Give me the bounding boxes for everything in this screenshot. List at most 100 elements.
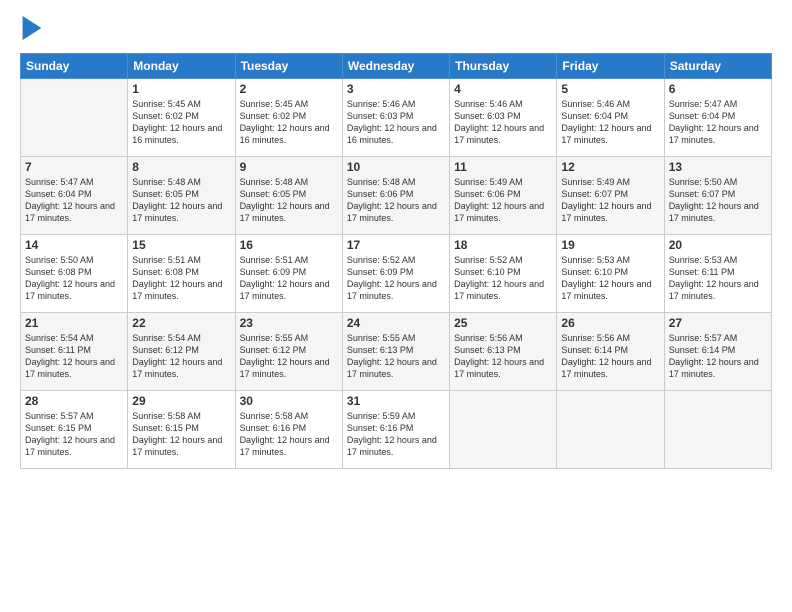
calendar-cell (557, 391, 664, 469)
page: SundayMondayTuesdayWednesdayThursdayFrid… (0, 0, 792, 612)
day-number: 15 (132, 238, 230, 252)
day-number: 22 (132, 316, 230, 330)
day-info: Sunrise: 5:58 AMSunset: 6:16 PMDaylight:… (240, 410, 338, 459)
day-number: 12 (561, 160, 659, 174)
day-number: 31 (347, 394, 445, 408)
day-info: Sunrise: 5:54 AMSunset: 6:11 PMDaylight:… (25, 332, 123, 381)
calendar-cell: 14 Sunrise: 5:50 AMSunset: 6:08 PMDayligh… (21, 235, 128, 313)
calendar-cell (450, 391, 557, 469)
day-info: Sunrise: 5:58 AMSunset: 6:15 PMDaylight:… (132, 410, 230, 459)
calendar-cell (664, 391, 771, 469)
calendar-body: 1 Sunrise: 5:45 AMSunset: 6:02 PMDaylight… (21, 79, 772, 469)
day-info: Sunrise: 5:47 AMSunset: 6:04 PMDaylight:… (669, 98, 767, 147)
day-info: Sunrise: 5:45 AMSunset: 6:02 PMDaylight:… (240, 98, 338, 147)
week-row-3: 14 Sunrise: 5:50 AMSunset: 6:08 PMDayligh… (21, 235, 772, 313)
day-number: 10 (347, 160, 445, 174)
day-number: 17 (347, 238, 445, 252)
day-info: Sunrise: 5:48 AMSunset: 6:05 PMDaylight:… (240, 176, 338, 225)
day-number: 2 (240, 82, 338, 96)
day-number: 30 (240, 394, 338, 408)
calendar-cell: 19Sunrise: 5:53 AMSunset: 6:10 PMDayligh… (557, 235, 664, 313)
day-number: 19 (561, 238, 659, 252)
day-number: 5 (561, 82, 659, 96)
calendar-cell: 30 Sunrise: 5:58 AMSunset: 6:16 PMDayligh… (235, 391, 342, 469)
day-number: 8 (132, 160, 230, 174)
week-row-2: 7Sunrise: 5:47 AMSunset: 6:04 PMDaylight… (21, 157, 772, 235)
calendar-cell: 25 Sunrise: 5:56 AMSunset: 6:13 PMDayligh… (450, 313, 557, 391)
weekday-header-monday: Monday (128, 54, 235, 79)
calendar-cell: 9 Sunrise: 5:48 AMSunset: 6:05 PMDaylight… (235, 157, 342, 235)
week-row-1: 1 Sunrise: 5:45 AMSunset: 6:02 PMDaylight… (21, 79, 772, 157)
calendar-cell: 22 Sunrise: 5:54 AMSunset: 6:12 PMDayligh… (128, 313, 235, 391)
day-number: 6 (669, 82, 767, 96)
day-info: Sunrise: 5:49 AMSunset: 6:07 PMDaylight:… (561, 176, 659, 225)
weekday-header-thursday: Thursday (450, 54, 557, 79)
day-info: Sunrise: 5:55 AMSunset: 6:13 PMDaylight:… (347, 332, 445, 381)
week-row-5: 28Sunrise: 5:57 AMSunset: 6:15 PMDayligh… (21, 391, 772, 469)
logo-icon (22, 16, 42, 40)
day-number: 4 (454, 82, 552, 96)
day-info: Sunrise: 5:48 AMSunset: 6:05 PMDaylight:… (132, 176, 230, 225)
day-info: Sunrise: 5:46 AMSunset: 6:03 PMDaylight:… (454, 98, 552, 147)
day-info: Sunrise: 5:46 AMSunset: 6:03 PMDaylight:… (347, 98, 445, 147)
calendar-cell: 5 Sunrise: 5:46 AMSunset: 6:04 PMDaylight… (557, 79, 664, 157)
day-info: Sunrise: 5:57 AMSunset: 6:14 PMDaylight:… (669, 332, 767, 381)
logo (20, 18, 42, 45)
weekday-header-wednesday: Wednesday (342, 54, 449, 79)
calendar-cell: 10 Sunrise: 5:48 AMSunset: 6:06 PMDayligh… (342, 157, 449, 235)
calendar-cell: 4 Sunrise: 5:46 AMSunset: 6:03 PMDaylight… (450, 79, 557, 157)
calendar-cell: 29 Sunrise: 5:58 AMSunset: 6:15 PMDayligh… (128, 391, 235, 469)
day-number: 18 (454, 238, 552, 252)
day-info: Sunrise: 5:56 AMSunset: 6:14 PMDaylight:… (561, 332, 659, 381)
calendar-cell: 17Sunrise: 5:52 AMSunset: 6:09 PMDayligh… (342, 235, 449, 313)
day-info: Sunrise: 5:52 AMSunset: 6:10 PMDaylight:… (454, 254, 552, 303)
day-info: Sunrise: 5:56 AMSunset: 6:13 PMDaylight:… (454, 332, 552, 381)
calendar-cell (21, 79, 128, 157)
weekday-header-row: SundayMondayTuesdayWednesdayThursdayFrid… (21, 54, 772, 79)
day-number: 11 (454, 160, 552, 174)
calendar-cell: 8 Sunrise: 5:48 AMSunset: 6:05 PMDaylight… (128, 157, 235, 235)
calendar-cell: 2 Sunrise: 5:45 AMSunset: 6:02 PMDaylight… (235, 79, 342, 157)
calendar-cell: 26 Sunrise: 5:56 AMSunset: 6:14 PMDayligh… (557, 313, 664, 391)
day-number: 26 (561, 316, 659, 330)
day-info: Sunrise: 5:51 AMSunset: 6:09 PMDaylight:… (240, 254, 338, 303)
day-number: 29 (132, 394, 230, 408)
weekday-header-tuesday: Tuesday (235, 54, 342, 79)
calendar-cell: 28Sunrise: 5:57 AMSunset: 6:15 PMDayligh… (21, 391, 128, 469)
day-number: 20 (669, 238, 767, 252)
day-number: 21 (25, 316, 123, 330)
calendar: SundayMondayTuesdayWednesdayThursdayFrid… (20, 53, 772, 469)
calendar-cell: 15 Sunrise: 5:51 AMSunset: 6:08 PMDayligh… (128, 235, 235, 313)
day-number: 14 (25, 238, 123, 252)
calendar-cell: 24Sunrise: 5:55 AMSunset: 6:13 PMDayligh… (342, 313, 449, 391)
day-info: Sunrise: 5:54 AMSunset: 6:12 PMDaylight:… (132, 332, 230, 381)
day-info: Sunrise: 5:48 AMSunset: 6:06 PMDaylight:… (347, 176, 445, 225)
day-number: 25 (454, 316, 552, 330)
day-info: Sunrise: 5:49 AMSunset: 6:06 PMDaylight:… (454, 176, 552, 225)
day-number: 3 (347, 82, 445, 96)
week-row-4: 21 Sunrise: 5:54 AMSunset: 6:11 PMDayligh… (21, 313, 772, 391)
day-number: 27 (669, 316, 767, 330)
calendar-cell: 27 Sunrise: 5:57 AMSunset: 6:14 PMDayligh… (664, 313, 771, 391)
calendar-cell: 11 Sunrise: 5:49 AMSunset: 6:06 PMDayligh… (450, 157, 557, 235)
calendar-cell: 3 Sunrise: 5:46 AMSunset: 6:03 PMDaylight… (342, 79, 449, 157)
day-info: Sunrise: 5:57 AMSunset: 6:15 PMDaylight:… (25, 410, 123, 459)
day-info: Sunrise: 5:55 AMSunset: 6:12 PMDaylight:… (240, 332, 338, 381)
calendar-cell: 23Sunrise: 5:55 AMSunset: 6:12 PMDayligh… (235, 313, 342, 391)
calendar-cell: 16Sunrise: 5:51 AMSunset: 6:09 PMDayligh… (235, 235, 342, 313)
calendar-cell: 6 Sunrise: 5:47 AMSunset: 6:04 PMDaylight… (664, 79, 771, 157)
header (20, 18, 772, 45)
calendar-cell: 7Sunrise: 5:47 AMSunset: 6:04 PMDaylight… (21, 157, 128, 235)
weekday-header-friday: Friday (557, 54, 664, 79)
day-info: Sunrise: 5:47 AMSunset: 6:04 PMDaylight:… (25, 176, 123, 225)
day-number: 1 (132, 82, 230, 96)
calendar-cell: 13Sunrise: 5:50 AMSunset: 6:07 PMDayligh… (664, 157, 771, 235)
day-info: Sunrise: 5:50 AMSunset: 6:08 PMDaylight:… (25, 254, 123, 303)
weekday-header-sunday: Sunday (21, 54, 128, 79)
calendar-cell: 12 Sunrise: 5:49 AMSunset: 6:07 PMDayligh… (557, 157, 664, 235)
day-info: Sunrise: 5:53 AMSunset: 6:11 PMDaylight:… (669, 254, 767, 303)
day-info: Sunrise: 5:51 AMSunset: 6:08 PMDaylight:… (132, 254, 230, 303)
day-number: 9 (240, 160, 338, 174)
day-info: Sunrise: 5:46 AMSunset: 6:04 PMDaylight:… (561, 98, 659, 147)
day-info: Sunrise: 5:45 AMSunset: 6:02 PMDaylight:… (132, 98, 230, 147)
